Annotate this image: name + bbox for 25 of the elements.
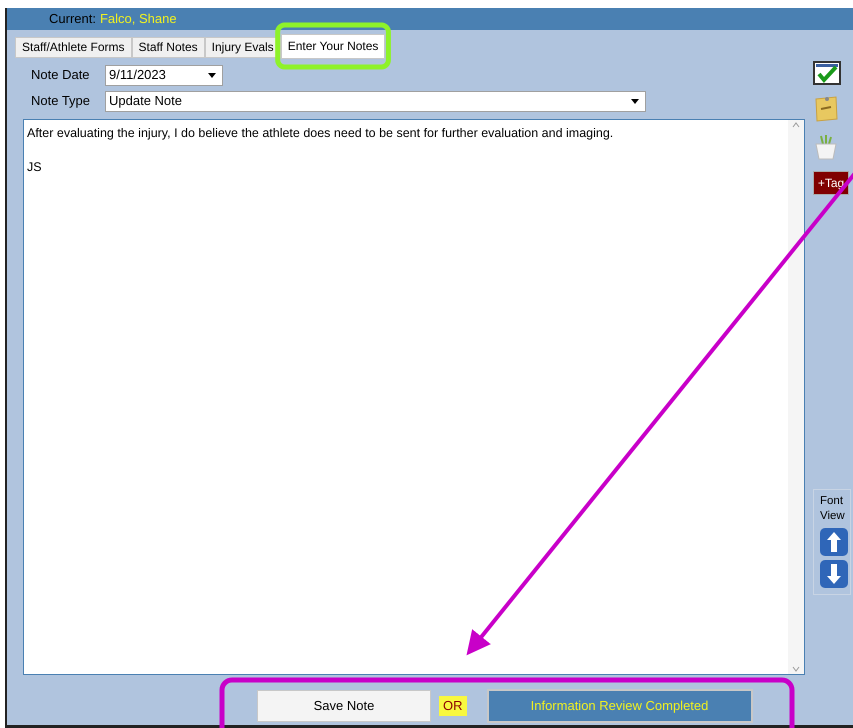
- tab[interactable]: Enter Your Notes: [280, 34, 386, 59]
- dropdown-field[interactable]: Update Note: [105, 90, 646, 112]
- current-athlete-name: Falco, Shane: [100, 10, 177, 28]
- caret-icon: [208, 72, 216, 78]
- sticky-note-icon[interactable]: [813, 95, 839, 123]
- arrow-up-icon[interactable]: [820, 528, 848, 556]
- dropdown-field[interactable]: 9/11/2023: [105, 64, 223, 86]
- note-text: JS: [27, 158, 43, 176]
- note-text-area[interactable]: After evaluating the injury, I do believe the athlete does need to be sent for further evaluation and imaging. JS: [23, 119, 805, 675]
- note-text: After evaluating the injury, I do believe the athlete does need to be sent for further evaluation and imaging.: [27, 125, 614, 142]
- bin-icon[interactable]: [813, 133, 839, 161]
- tab[interactable]: Staff/Athlete Forms: [15, 37, 132, 58]
- checkbox-icon[interactable]: [813, 61, 841, 85]
- scroll-up-icon[interactable]: [792, 122, 800, 128]
- current-label: Current:: [49, 10, 96, 28]
- field-label: Note Date: [31, 66, 91, 84]
- field-label: Note Type: [31, 92, 92, 110]
- scroll-down-icon[interactable]: [792, 666, 800, 672]
- or-label: OR: [439, 696, 466, 716]
- font-view-label: Font View: [820, 494, 846, 524]
- arrow-down-icon[interactable]: [820, 560, 848, 588]
- tab[interactable]: Staff Notes: [132, 37, 205, 58]
- caret-icon: [631, 98, 639, 104]
- save-note-button[interactable]: Save Note: [257, 690, 431, 722]
- tab[interactable]: Injury Evals: [204, 37, 281, 58]
